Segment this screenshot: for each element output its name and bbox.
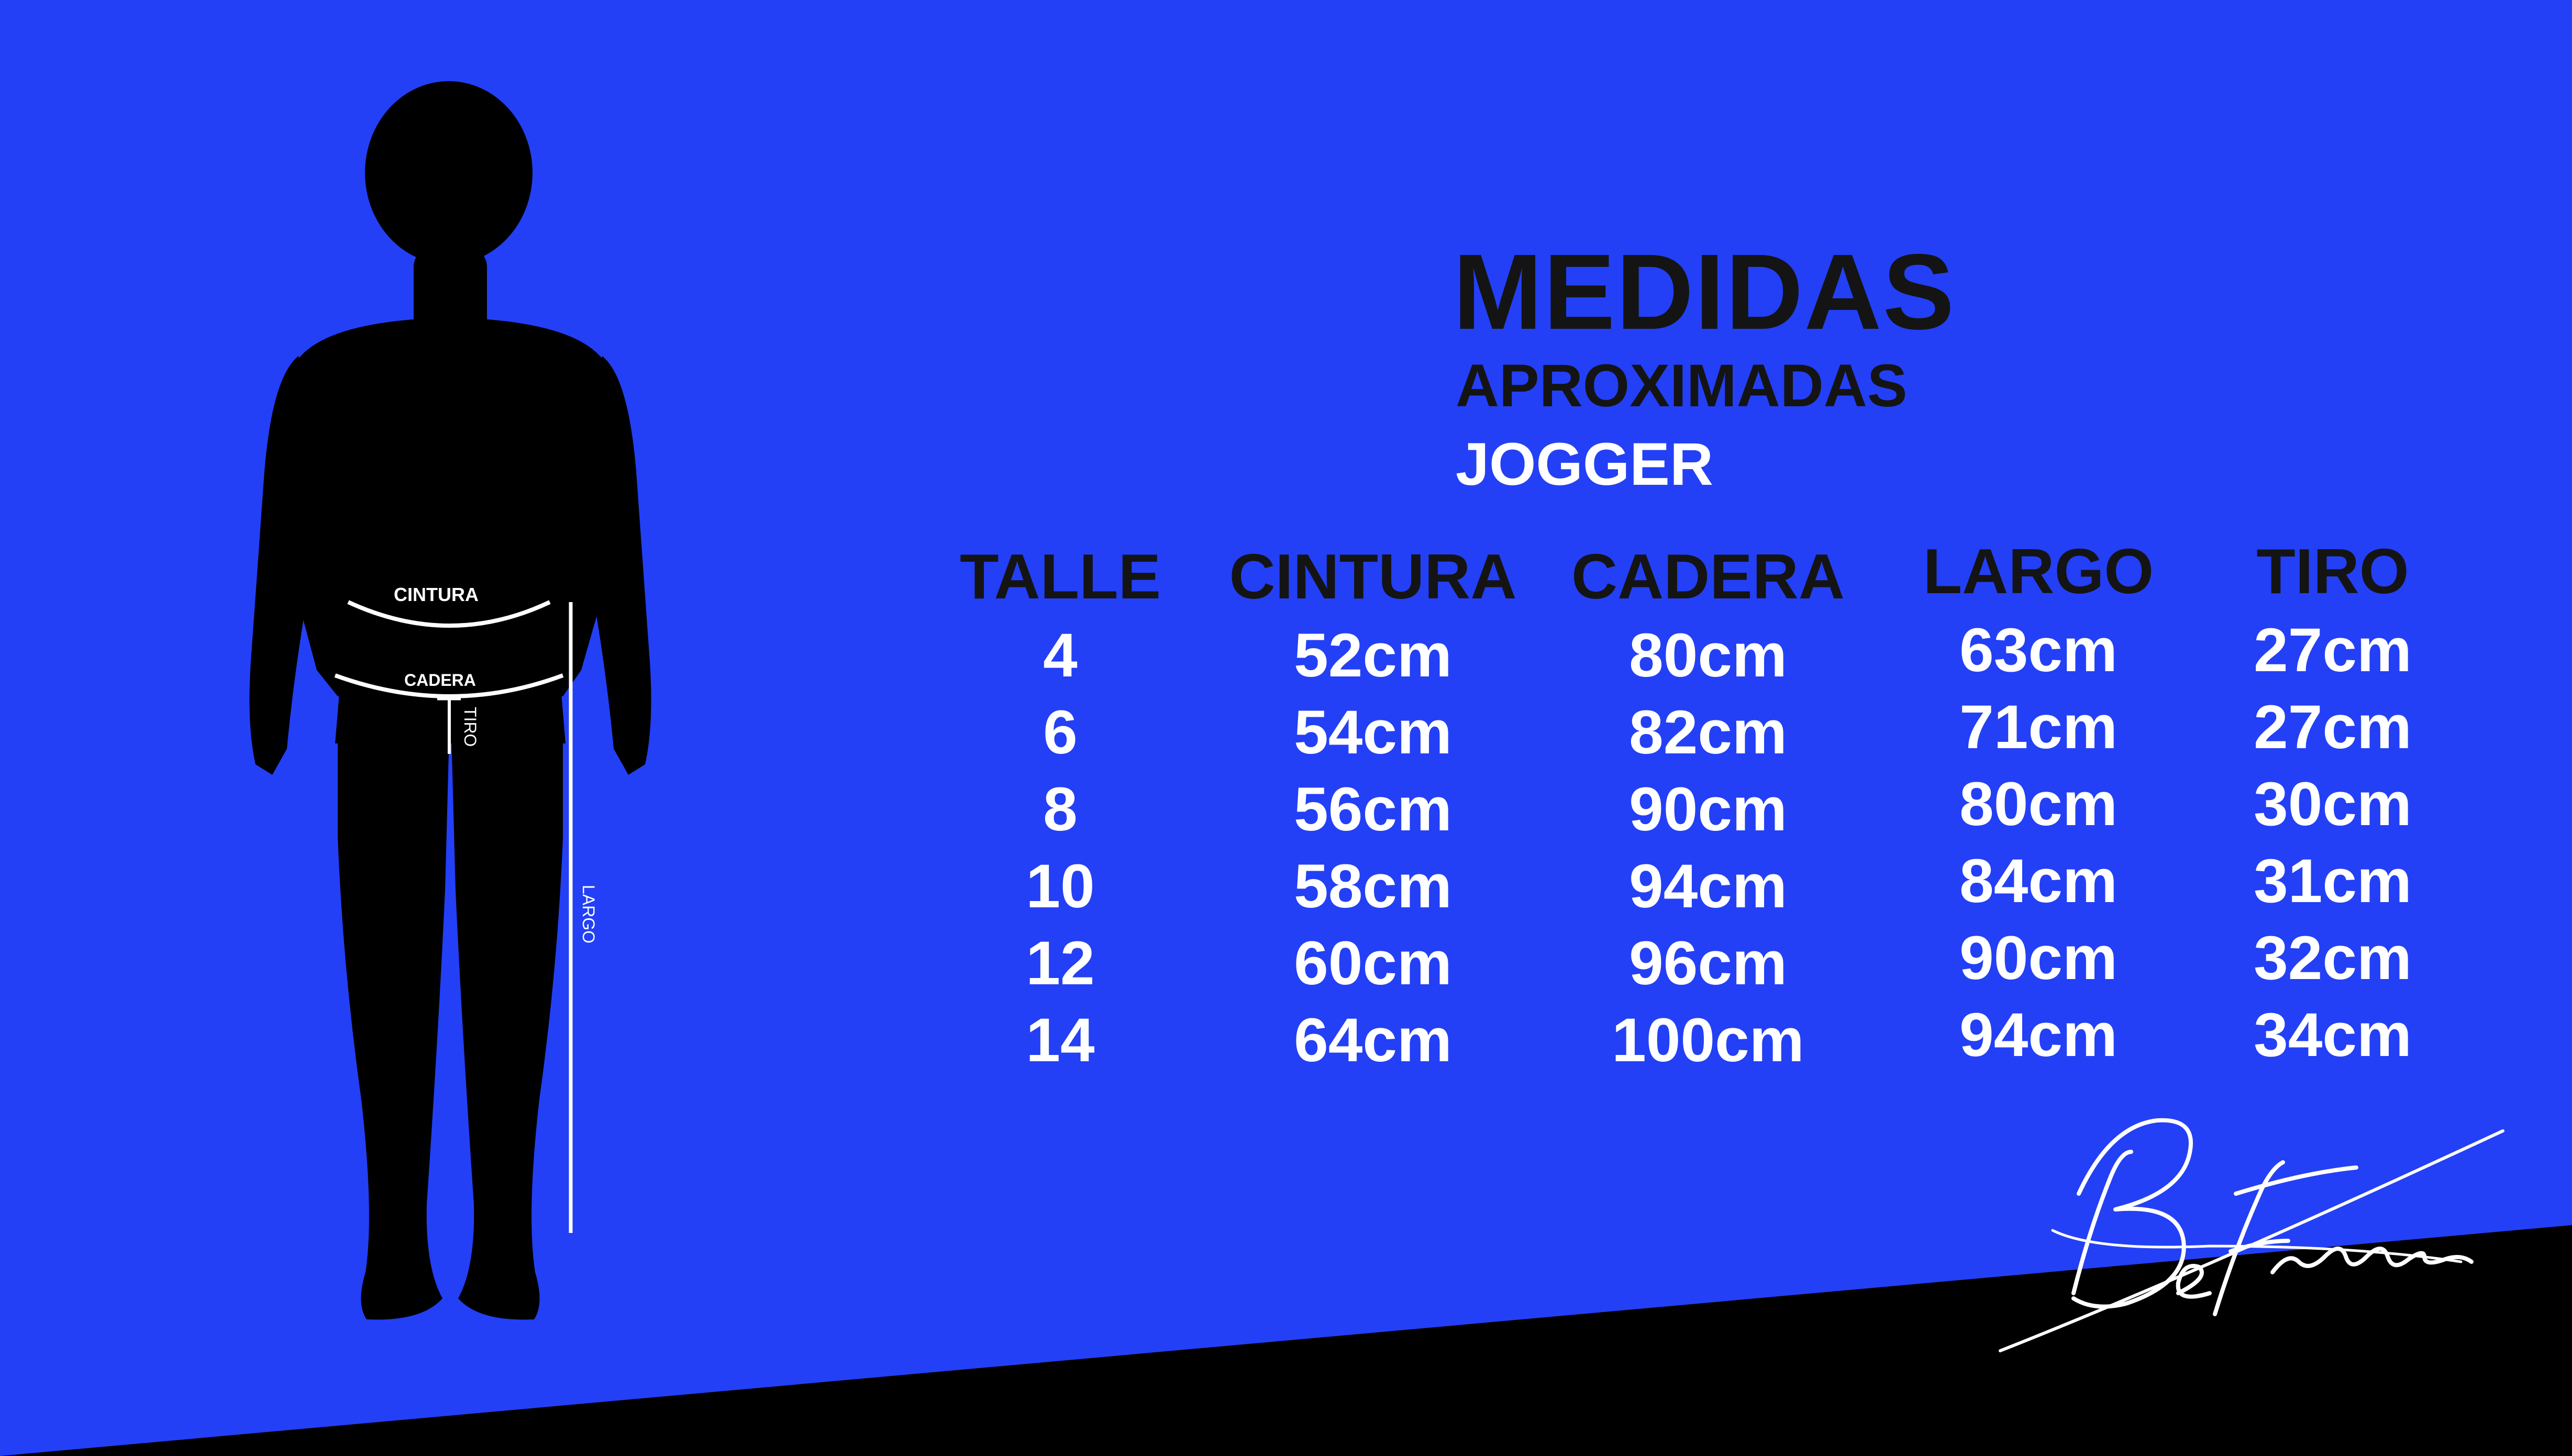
table-cell: 63cm bbox=[1959, 616, 2118, 685]
table-cell: 80cm bbox=[1629, 621, 1787, 690]
hip-label: CADERA bbox=[404, 671, 476, 690]
product-name: JOGGER bbox=[1456, 431, 1714, 498]
table-cell: 71cm bbox=[1959, 693, 2118, 762]
table-cell: 90cm bbox=[1629, 775, 1787, 844]
page-subtitle: APROXIMADAS bbox=[1456, 352, 1908, 419]
table-cell: 34cm bbox=[2254, 1001, 2412, 1070]
table-cell: 6 bbox=[1043, 698, 1078, 767]
table-cell: 60cm bbox=[1294, 929, 1452, 998]
rise-label: TIRO bbox=[461, 707, 480, 747]
table-cell: 4 bbox=[1043, 621, 1078, 690]
table-cell: 90cm bbox=[1959, 924, 2118, 993]
table-cell: 12 bbox=[1026, 929, 1095, 998]
table-cell: 54cm bbox=[1294, 698, 1452, 767]
header-hip: CADERA bbox=[1571, 541, 1845, 612]
table-cell: 30cm bbox=[2254, 770, 2412, 839]
table-cell: 32cm bbox=[2254, 924, 2412, 993]
table-cell: 96cm bbox=[1629, 929, 1787, 998]
table-cell: 84cm bbox=[1959, 847, 2118, 916]
header-waist: CINTURA bbox=[1229, 541, 1517, 612]
page-title: MEDIDAS bbox=[1453, 232, 1956, 352]
table-cell: 58cm bbox=[1294, 852, 1452, 921]
silhouette-left-leg bbox=[338, 733, 449, 1320]
table-cell: 31cm bbox=[2254, 847, 2412, 916]
header-rise: TIRO bbox=[2256, 536, 2409, 607]
table-cell: 56cm bbox=[1294, 775, 1452, 844]
header-length: LARGO bbox=[1923, 536, 2154, 607]
table-cell: 80cm bbox=[1959, 770, 2118, 839]
table-cell: 82cm bbox=[1629, 698, 1787, 767]
table-cell: 10 bbox=[1026, 852, 1095, 921]
table-cell: 64cm bbox=[1294, 1006, 1452, 1075]
table-cell: 94cm bbox=[1959, 1001, 2118, 1070]
table-cell: 8 bbox=[1043, 775, 1078, 844]
table-cell: 27cm bbox=[2254, 616, 2412, 685]
length-label: LARGO bbox=[579, 885, 598, 944]
brand-signature-logo bbox=[1999, 1118, 2504, 1352]
table-cell: 100cm bbox=[1612, 1006, 1804, 1075]
table-cell: 27cm bbox=[2254, 693, 2412, 762]
silhouette-right-leg bbox=[451, 733, 563, 1320]
table-cell: 94cm bbox=[1629, 852, 1787, 921]
silhouette-head bbox=[365, 81, 533, 264]
header-size: TALLE bbox=[960, 541, 1161, 612]
waist-label: CINTURA bbox=[394, 584, 479, 605]
size-chart-canvas: CINTURA CADERA TIRO LARGO MEDIDAS APROXI… bbox=[0, 0, 2572, 1456]
table-cell: 14 bbox=[1026, 1006, 1095, 1075]
table-cell: 52cm bbox=[1294, 621, 1452, 690]
